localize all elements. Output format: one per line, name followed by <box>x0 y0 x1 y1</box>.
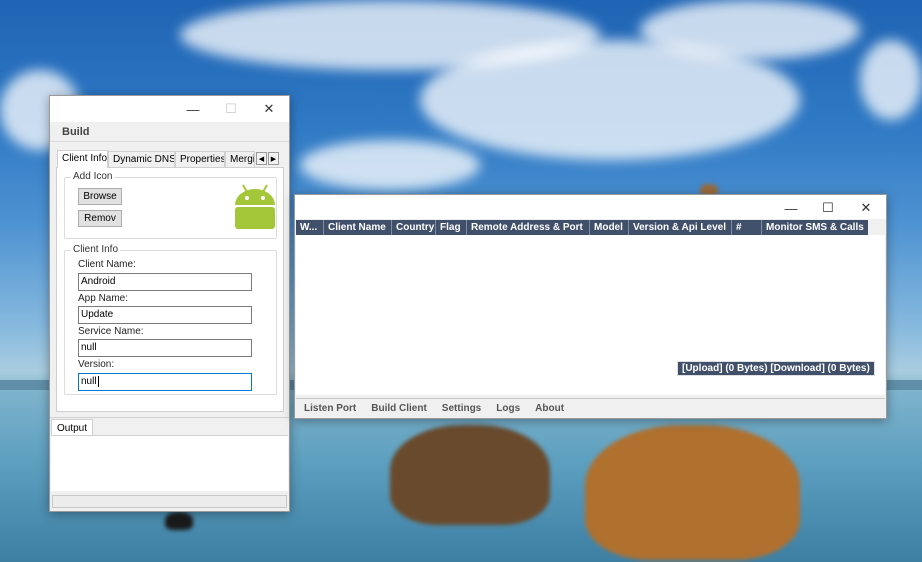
client-name-label: Client Name: <box>78 259 136 270</box>
output-area[interactable] <box>51 435 288 491</box>
main-window: — ☐ ✕ W... Client Name Country Flag Remo… <box>294 194 887 419</box>
menu-item-settings[interactable]: Settings <box>442 403 481 414</box>
desktop-bird <box>165 512 193 530</box>
build-titlebar[interactable]: — ☐ ✕ <box>50 96 289 122</box>
minimize-button[interactable]: — <box>772 195 810 221</box>
desktop-cloud <box>300 140 480 190</box>
client-info-group-label: Client Info <box>71 244 121 255</box>
tab-client-info[interactable]: Client Info <box>57 150 108 168</box>
tab-scroll-left-icon[interactable]: ◀ <box>256 152 267 165</box>
add-icon-group: Add Icon Browse Remov <box>64 171 277 239</box>
version-label: Version: <box>78 359 115 370</box>
app-name-field[interactable]: Update <box>78 306 252 324</box>
clients-list-header: W... Client Name Country Flag Remote Add… <box>296 220 868 235</box>
add-icon-group-label: Add Icon <box>71 171 115 182</box>
output-tabbar: Output <box>50 417 289 437</box>
transfer-status: [Upload] (0 Bytes) [Download] (0 Bytes) <box>677 361 875 376</box>
menu-item-logs[interactable]: Logs <box>496 403 520 414</box>
client-info-group: Client Info Client Name: Android App Nam… <box>64 244 277 395</box>
version-field[interactable]: null <box>78 373 252 391</box>
main-titlebar[interactable]: — ☐ ✕ <box>295 195 886 219</box>
tab-merge[interactable]: Mergi <box>225 151 255 167</box>
remove-button[interactable]: Remov <box>78 210 122 227</box>
menu-item-about[interactable]: About <box>535 403 564 414</box>
app-name-label: App Name: <box>78 293 129 304</box>
column-header-remote-address[interactable]: Remote Address & Port <box>467 220 590 235</box>
menu-item-listen-port[interactable]: Listen Port <box>304 403 356 414</box>
maximize-button: ☐ <box>225 101 237 116</box>
build-window: — ☐ ✕ Build Client Info Dynamic DNS Prop… <box>49 95 290 512</box>
column-header-w[interactable]: W... <box>296 220 324 235</box>
desktop-cloud <box>860 40 922 120</box>
desktop-rock-reflection <box>585 425 800 560</box>
browse-button[interactable]: Browse <box>78 188 122 205</box>
tab-dynamic-dns[interactable]: Dynamic DNS <box>108 151 175 167</box>
main-menu-bar: Listen Port Build Client Settings Logs A… <box>296 398 885 418</box>
client-name-field[interactable]: Android <box>78 273 252 291</box>
service-name-field[interactable]: null <box>78 339 252 357</box>
text-caret <box>97 376 99 387</box>
tab-scroll-right-icon[interactable]: ▶ <box>268 152 279 165</box>
close-button[interactable]: ✕ <box>847 195 885 221</box>
column-header-monitor[interactable]: Monitor SMS & Calls <box>762 220 868 235</box>
minimize-button[interactable]: — <box>174 96 212 122</box>
column-header-number[interactable]: # <box>732 220 762 235</box>
maximize-button[interactable]: ☐ <box>809 195 847 221</box>
version-field-value: null <box>81 376 97 388</box>
menu-item-build-client[interactable]: Build Client <box>371 403 427 414</box>
column-header-flag[interactable]: Flag <box>436 220 467 235</box>
build-tabs: Client Info Dynamic DNS Properties Mergi… <box>57 150 283 168</box>
column-header-country[interactable]: Country <box>392 220 436 235</box>
android-robot-icon <box>235 184 275 229</box>
column-header-version-api[interactable]: Version & Api Level <box>629 220 732 235</box>
client-info-page: Add Icon Browse Remov Client Info Client… <box>56 167 284 412</box>
service-name-label: Service Name: <box>78 326 144 337</box>
desktop-rock-reflection <box>390 425 550 525</box>
tab-properties[interactable]: Properties <box>175 151 225 167</box>
close-button[interactable]: ✕ <box>250 96 288 122</box>
column-header-client-name[interactable]: Client Name <box>324 220 392 235</box>
status-bar <box>52 495 287 508</box>
desktop-cloud <box>640 0 860 60</box>
build-menu-title[interactable]: Build <box>50 122 289 142</box>
column-header-model[interactable]: Model <box>590 220 629 235</box>
